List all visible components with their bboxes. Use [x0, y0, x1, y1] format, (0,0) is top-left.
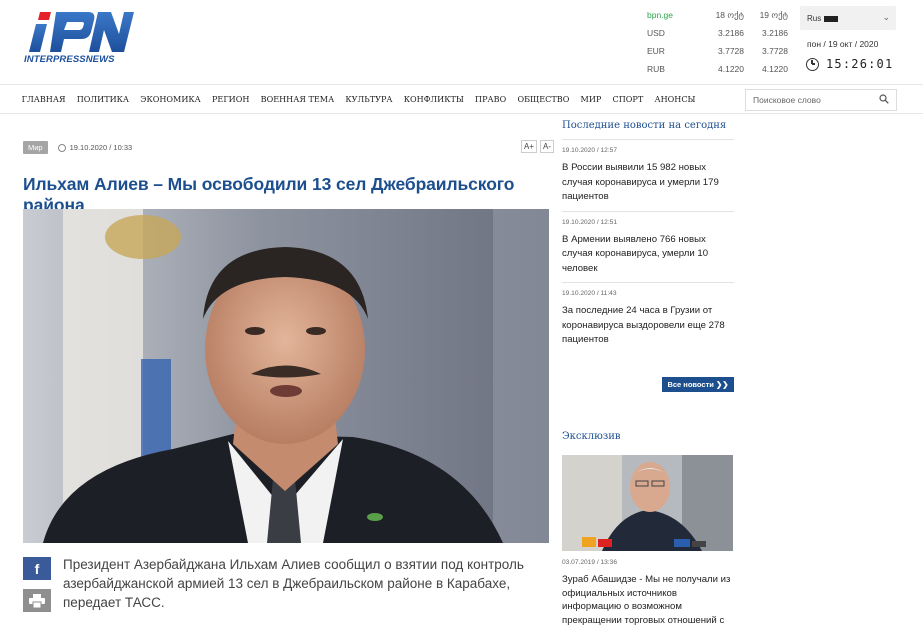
nav-item-announcements[interactable]: АНОНСЫ: [649, 94, 701, 104]
nav-item-law[interactable]: ПРАВО: [469, 94, 511, 104]
list-item[interactable]: 19.10.2020 / 12:51 В Армении выявлено 76…: [562, 212, 734, 283]
font-decrease-button[interactable]: A-: [540, 140, 555, 153]
russia-flag-icon: [824, 15, 839, 22]
news-headline-link[interactable]: В Армении выявлено 766 новых случая коро…: [562, 233, 734, 277]
search-input[interactable]: [746, 90, 870, 110]
search-icon[interactable]: [879, 94, 889, 104]
rates-value: 3.2186: [762, 28, 788, 38]
facebook-icon: f: [34, 560, 40, 577]
rates-currency: EUR: [647, 46, 665, 56]
main-navigation: ГЛАВНАЯ ПОЛИТИКА ЭКОНОМИКА РЕГИОН ВОЕННА…: [0, 84, 923, 114]
article-lead: Президент Азербайджана Ильхам Алиев сооб…: [63, 557, 524, 610]
chevron-down-icon: ⌄: [882, 12, 890, 22]
news-date: 19.10.2020 / 12:51: [562, 218, 617, 226]
article-datetime: 19.10.2020 / 10:33: [69, 143, 133, 152]
current-date: пон / 19 окт / 2020: [807, 39, 879, 49]
article-meta: Мир 19.10.2020 / 10:33: [23, 141, 132, 154]
nav-item-sport[interactable]: СПОРТ: [607, 94, 649, 104]
share-buttons: f: [23, 557, 51, 621]
rates-row-rub: RUB 4.1220 4.1220: [640, 60, 790, 78]
list-item[interactable]: 19.10.2020 / 11:43 За последние 24 часа …: [562, 283, 734, 354]
rates-col-date-1: 18 ოქტ: [715, 9, 744, 20]
exclusive-date: 03.07.2019 / 13:36: [562, 559, 617, 566]
clock-icon: [57, 143, 66, 152]
news-headline-link[interactable]: За последние 24 часа в Грузии от коронав…: [562, 304, 734, 348]
latest-news-sidebar: Последние новости на сегодня 19.10.2020 …: [562, 120, 734, 392]
search-box: [745, 89, 897, 111]
exclusive-photo[interactable]: [562, 455, 733, 551]
printer-icon: [29, 593, 45, 608]
ipn-logo-mark: [29, 12, 134, 52]
news-date: 19.10.2020 / 11:43: [562, 290, 617, 297]
rates-currency: USD: [647, 28, 665, 38]
print-button[interactable]: [23, 589, 51, 612]
nav-item-culture[interactable]: КУЛЬТУРА: [340, 94, 398, 104]
rates-currency: RUB: [647, 64, 665, 74]
nav-item-society[interactable]: ОБЩЕСТВО: [512, 94, 575, 104]
article-photo: [23, 209, 549, 543]
rates-header-row: bpn.ge 18 ოქტ 19 ოქტ: [640, 6, 790, 24]
rates-value: 4.1220: [762, 64, 788, 74]
nav-item-military[interactable]: ВОЕННАЯ ТЕМА: [255, 94, 340, 104]
rates-col-date-2: 19 ოქტ: [759, 9, 788, 20]
news-date: 19.10.2020 / 12:57: [562, 147, 617, 154]
nav-menu: ГЛАВНАЯ ПОЛИТИКА ЭКОНОМИКА РЕГИОН ВОЕННА…: [16, 85, 701, 113]
site-logo[interactable]: INTERPRESSNEWS: [24, 12, 134, 66]
font-increase-button[interactable]: A+: [521, 140, 538, 153]
live-clock: 15:26:01: [806, 57, 893, 71]
rates-value: 4.1220: [718, 64, 744, 74]
logo-wordmark: INTERPRESSNEWS: [24, 54, 115, 65]
nav-item-politics[interactable]: ПОЛИТИКА: [71, 94, 135, 104]
latest-news-title: Последние новости на сегодня: [562, 120, 734, 140]
rates-source-link[interactable]: bpn.ge: [640, 10, 698, 20]
site-header: INTERPRESSNEWS bpn.ge 18 ოქტ 19 ოქტ USD …: [0, 0, 923, 84]
facebook-share-button[interactable]: f: [23, 557, 51, 580]
nav-item-economy[interactable]: ЭКОНОМИКА: [135, 94, 207, 104]
exclusive-headline-link[interactable]: Зураб Абашидзе - Мы не получали из офици…: [562, 573, 734, 627]
news-headline-link[interactable]: В России выявили 15 982 новых случая кор…: [562, 161, 734, 205]
category-badge[interactable]: Мир: [23, 141, 48, 154]
currency-rates-table: bpn.ge 18 ოქტ 19 ოქტ USD 3.2186 3.2186 E…: [640, 6, 790, 78]
font-size-tools: A+ A-: [521, 140, 555, 153]
all-news-button[interactable]: Все новости ❯❯: [662, 377, 734, 392]
rates-row-usd: USD 3.2186 3.2186: [640, 24, 790, 42]
rates-value: 3.7728: [762, 46, 788, 56]
language-selected-label: Rus: [807, 13, 822, 23]
rates-value: 3.2186: [718, 28, 744, 38]
rates-value: 3.7728: [718, 46, 744, 56]
nav-item-main[interactable]: ГЛАВНАЯ: [16, 94, 71, 104]
clock-time: 15:26:01: [826, 57, 894, 71]
clock-icon: [806, 57, 819, 71]
rates-row-eur: EUR 3.7728 3.7728: [640, 42, 790, 60]
list-item[interactable]: 19.10.2020 / 12:57 В России выявили 15 9…: [562, 140, 734, 212]
nav-item-region[interactable]: РЕГИОН: [206, 94, 255, 104]
language-select[interactable]: Rus ⌄: [800, 6, 896, 30]
nav-item-world[interactable]: МИР: [575, 94, 607, 104]
nav-item-conflicts[interactable]: КОНФЛИКТЫ: [398, 94, 469, 104]
exclusive-title: Эксклюзив: [562, 431, 621, 442]
